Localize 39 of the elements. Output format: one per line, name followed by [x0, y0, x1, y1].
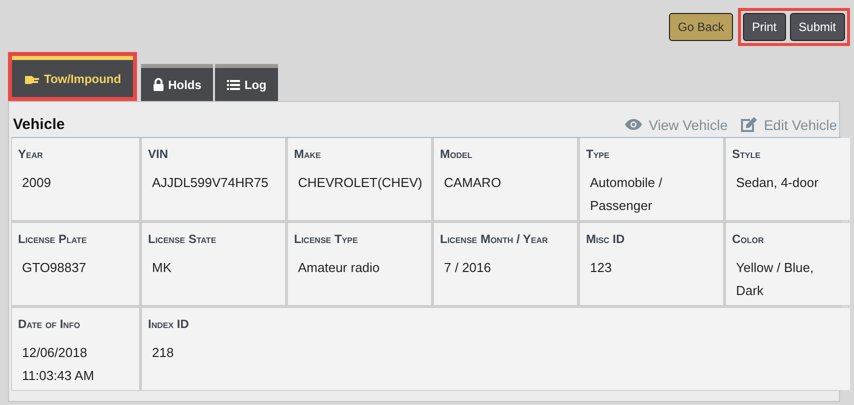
- field-value: 218: [151, 344, 175, 362]
- field-label: Index ID: [148, 316, 190, 333]
- tab[interactable]: Tow/Impound: [12, 56, 134, 97]
- field-label: Misc ID: [586, 231, 626, 248]
- field-label: Year: [18, 146, 44, 163]
- field-value: 12/06/2018 11:03:43 AM: [21, 344, 96, 385]
- field-label: VIN: [148, 146, 170, 163]
- action-button[interactable]: Submit: [790, 13, 845, 41]
- field-label: Style: [732, 146, 762, 163]
- field-label: License Plate: [18, 231, 88, 248]
- field-value: Amateur radio: [297, 259, 381, 277]
- field-value: CHEVROLET(CHEV): [297, 174, 424, 192]
- field-value: AJJDL599V74HR75: [151, 174, 270, 192]
- field-label: Color: [732, 231, 765, 248]
- section-title: Vehicle: [13, 116, 65, 133]
- field-label: License State: [148, 231, 218, 248]
- eye-icon: [624, 119, 642, 130]
- field-value: GTO98837: [21, 259, 88, 277]
- field-value: MK: [151, 259, 172, 277]
- field-label: Model: [440, 146, 474, 163]
- lock-icon: [153, 78, 164, 91]
- list-icon: [227, 78, 240, 90]
- field-value: 123: [589, 259, 613, 277]
- field-label: License Type: [294, 231, 359, 248]
- action-button[interactable]: Print: [742, 13, 786, 41]
- edit-icon: [740, 116, 757, 132]
- field-label: Type: [586, 146, 610, 163]
- field-label: License Month / Year: [440, 231, 549, 248]
- tab[interactable]: Holds: [141, 64, 214, 101]
- field-value: Automobile / Passenger: [589, 174, 664, 215]
- field-value: CAMARO: [443, 174, 502, 192]
- field-label: Make: [294, 146, 322, 163]
- field-value: 7 / 2016: [443, 259, 492, 277]
- field-value: 2009: [21, 174, 52, 192]
- field-value: Sedan, 4-door: [735, 174, 820, 192]
- tab[interactable]: Log: [215, 64, 278, 101]
- field-value: Yellow / Blue, Dark: [735, 259, 815, 300]
- go-back-button[interactable]: Go Back: [668, 13, 733, 41]
- field-label: Date of Info: [18, 316, 82, 333]
